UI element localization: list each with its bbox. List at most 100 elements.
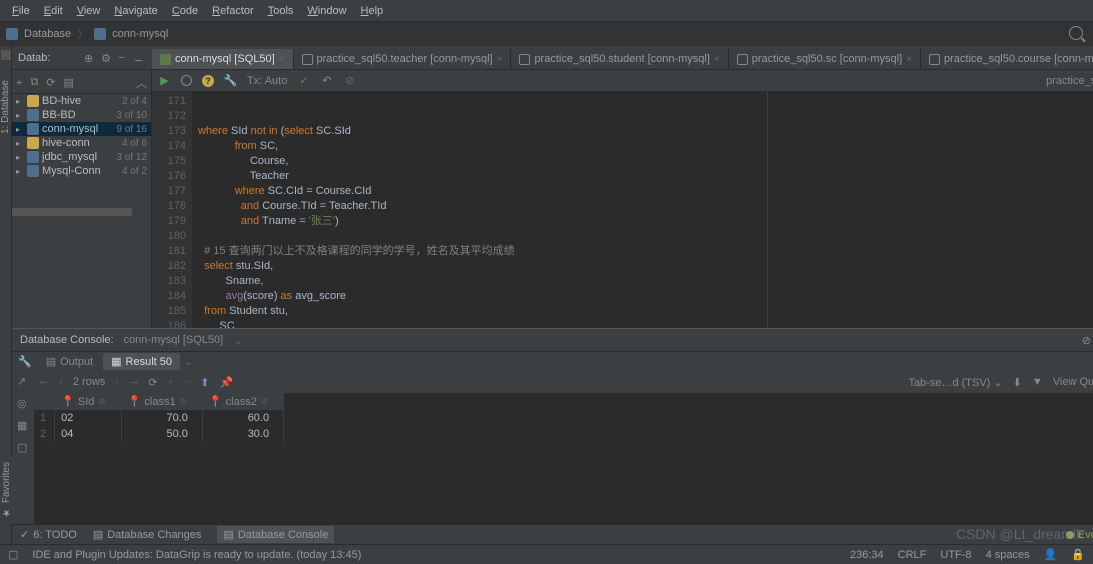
breadcrumb-conn[interactable]: conn-mysql xyxy=(112,28,168,40)
menu-file[interactable]: FFileile xyxy=(6,3,36,19)
close-console-icon[interactable]: ⊘ xyxy=(1082,334,1091,347)
schema-selector[interactable]: practice_sql50 ⌄ xyxy=(1046,74,1093,87)
prev-page-icon[interactable]: ‹ xyxy=(59,376,63,388)
editor-tab[interactable]: practice_sql50.course [conn-mysql]× xyxy=(921,49,1093,69)
chevron-down-icon[interactable]: ⌄ xyxy=(184,355,193,368)
close-tab-icon[interactable]: × xyxy=(279,54,285,65)
reload-icon[interactable]: ⟳ xyxy=(148,376,157,389)
expand-icon[interactable]: ▢ xyxy=(17,441,29,453)
tab-output[interactable]: ▤ Output xyxy=(38,353,101,370)
breadcrumb-root[interactable]: Database xyxy=(24,28,71,40)
menu-navigate[interactable]: Navigate xyxy=(108,3,163,19)
search-icon[interactable] xyxy=(1069,26,1083,40)
close-tab-icon[interactable]: × xyxy=(497,54,503,65)
commit-icon[interactable]: ✓ xyxy=(297,74,310,87)
indent-setting[interactable]: 4 spaces xyxy=(986,549,1030,561)
copy-icon[interactable]: ⧉ xyxy=(30,76,38,89)
history-icon[interactable] xyxy=(181,75,192,86)
editor-tab[interactable]: conn-mysql [SQL50]× xyxy=(152,49,294,69)
wrench-icon[interactable]: 🔧 xyxy=(18,355,32,368)
table-icon xyxy=(929,54,940,65)
chevron-down-icon[interactable]: ⌄ xyxy=(233,334,242,347)
pin-icon[interactable]: 📌 xyxy=(220,376,234,389)
cancel-icon[interactable]: ⊘ xyxy=(343,74,356,87)
expand-arrow-icon[interactable]: ▸ xyxy=(16,97,24,106)
result-grid[interactable]: 📍 SId ≑📍 class1 ≑📍 class2 ≑10270.060.020… xyxy=(34,393,1093,524)
expand-arrow-icon[interactable]: ▸ xyxy=(16,153,24,162)
export-icon[interactable]: ⬇ xyxy=(1013,376,1022,389)
add-row-icon[interactable]: + xyxy=(167,376,173,388)
editor-tab[interactable]: practice_sql50.teacher [conn-mysql]× xyxy=(294,49,512,69)
add-icon[interactable]: + xyxy=(16,77,22,89)
filter-icon[interactable]: ▤ xyxy=(64,76,74,89)
delete-row-icon[interactable]: − xyxy=(184,376,190,388)
database-tool-icon[interactable] xyxy=(1,50,11,60)
expand-arrow-icon[interactable]: ▸ xyxy=(16,111,24,120)
left-label-database[interactable]: 1: Database xyxy=(0,80,11,134)
line-separator[interactable]: CRLF xyxy=(898,549,927,561)
tree-connection[interactable]: ▸BB-BD3 of 10 xyxy=(12,108,151,122)
code-editor[interactable]: 1711721731741751761771781791801811821831… xyxy=(152,92,1093,328)
scrollbar-horizontal[interactable] xyxy=(12,208,132,216)
table-row[interactable]: 10270.060.0 xyxy=(34,410,284,426)
close-tab-icon[interactable]: × xyxy=(906,54,912,65)
expand-arrow-icon[interactable]: ▸ xyxy=(16,139,24,148)
expand-arrow-icon[interactable]: ▸ xyxy=(16,167,24,176)
tab-result[interactable]: ▦ Result 50 xyxy=(103,353,180,370)
menu-refactor[interactable]: Refactor xyxy=(206,3,260,19)
view-query-link[interactable]: View Query xyxy=(1053,376,1093,388)
tool-db-changes[interactable]: ▤ Database Changes xyxy=(93,528,202,541)
tree-connection[interactable]: ▸jdbc_mysql3 of 12 xyxy=(12,150,151,164)
editor-tab[interactable]: practice_sql50.sc [conn-mysql]× xyxy=(729,49,921,69)
file-encoding[interactable]: UTF-8 xyxy=(940,549,971,561)
format-selector[interactable]: Tab-se…d (TSV) ⌄ xyxy=(908,376,1002,389)
target-icon[interactable]: ⊕ xyxy=(84,52,95,63)
expand-arrow-icon[interactable]: ▸ xyxy=(16,125,24,134)
tool-db-console[interactable]: ▤ Database Console xyxy=(217,526,334,543)
tree-connection[interactable]: ▸Mysql-Conn4 of 2 xyxy=(12,164,151,178)
menu-edit[interactable]: Edit xyxy=(38,3,69,19)
commit-icon[interactable]: ⬆ xyxy=(200,376,209,389)
filter-icon[interactable]: ▼ xyxy=(1032,376,1043,388)
menu-window[interactable]: Window xyxy=(301,3,352,19)
refresh-icon[interactable]: ⟳ xyxy=(46,76,55,89)
tool-todo[interactable]: ✓ 6: TODO xyxy=(20,528,77,541)
favorites-tool[interactable]: Favorites xyxy=(0,456,13,524)
first-page-icon[interactable]: ⇤ xyxy=(40,376,49,389)
tree-connection[interactable]: ▸BD-hive2 of 4 xyxy=(12,94,151,108)
tree-connection[interactable]: ▸conn-mysql9 of 16 xyxy=(12,122,151,136)
close-tab-icon[interactable]: × xyxy=(714,54,720,65)
column-header[interactable]: 📍 class2 ≑ xyxy=(202,393,283,410)
navigate-icon[interactable]: ↗ xyxy=(17,375,29,387)
hide-icon[interactable]: ‒ xyxy=(135,52,146,63)
last-page-icon[interactable]: ⇥ xyxy=(129,376,138,389)
gear-icon[interactable]: ⚙ xyxy=(101,52,112,63)
column-header[interactable]: 📍 SId ≑ xyxy=(55,393,122,410)
grid-icon[interactable]: ▦ xyxy=(17,419,29,431)
lock-icon[interactable]: 🔒 xyxy=(1071,548,1085,561)
menu-view[interactable]: View xyxy=(71,3,107,19)
tx-mode[interactable]: Tx: Auto xyxy=(247,75,287,87)
datasource-icon xyxy=(27,165,39,177)
menu-code[interactable]: Code xyxy=(166,3,204,19)
play-icon[interactable]: ▶ xyxy=(158,74,171,87)
rollback-icon[interactable]: ↶ xyxy=(320,74,333,87)
minimize-icon[interactable]: − xyxy=(118,52,129,63)
event-log-link[interactable]: Event Log xyxy=(1078,529,1093,541)
menu-help[interactable]: Help xyxy=(355,3,390,19)
column-header[interactable]: 📍 class1 ≑ xyxy=(121,393,202,410)
status-message[interactable]: IDE and Plugin Updates: DataGrip is read… xyxy=(32,549,361,561)
wrench-icon[interactable]: 🔧 xyxy=(224,74,237,87)
menu-tools[interactable]: Tools xyxy=(262,3,300,19)
database-tree: + ⧉ ⟳ ▤ ︿ ▸BD-hive2 of 4▸BB-BD3 of 10▸co… xyxy=(12,70,152,328)
explain-icon[interactable]: ? xyxy=(202,75,214,87)
inspections-icon[interactable]: 👤 xyxy=(1044,548,1058,561)
chevron-up-icon[interactable]: ︿ xyxy=(136,75,147,91)
target-icon[interactable]: ◎ xyxy=(17,397,29,409)
tree-connection[interactable]: ▸hive-conn4 of 6 xyxy=(12,136,151,150)
cursor-position[interactable]: 236:34 xyxy=(850,549,884,561)
table-row[interactable]: 20450.030.0 xyxy=(34,426,284,442)
editor-tab[interactable]: practice_sql50.student [conn-mysql]× xyxy=(511,49,728,69)
next-page-icon[interactable]: › xyxy=(115,376,119,388)
console-context[interactable]: conn-mysql [SQL50] xyxy=(124,334,224,346)
